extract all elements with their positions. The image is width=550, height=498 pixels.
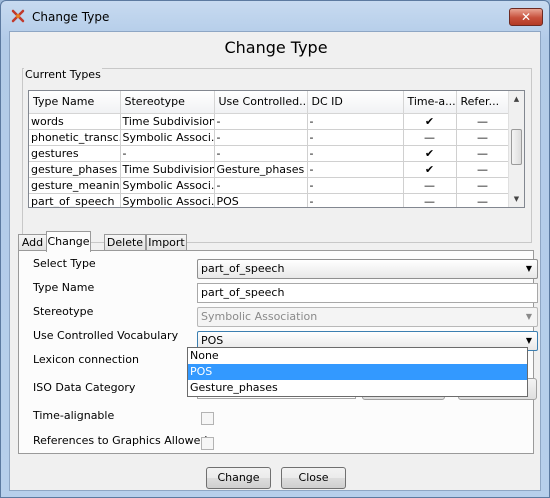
table-cell: - [307, 177, 404, 194]
time-alignable-cell: — [403, 177, 457, 194]
types-table[interactable]: Type Name Stereotype Use Controlled... D… [28, 90, 525, 208]
table-cell: - [120, 145, 215, 162]
references-cell: — [456, 129, 510, 146]
table-row[interactable]: words Time Subdivision - - ✔ — [29, 113, 510, 130]
column-header[interactable]: Use Controlled... [214, 91, 308, 114]
title-bar[interactable]: Change Type ✕ [1, 1, 549, 31]
type-name-field[interactable]: part_of_speech [197, 283, 538, 303]
table-cell: gesture_phases [29, 161, 121, 178]
select-type-dropdown[interactable]: part_of_speech ▼ [197, 259, 538, 279]
table-cell: gestures [29, 145, 121, 162]
time-alignable-cell: ✔ [403, 145, 457, 162]
table-cell: Gesture_phases [214, 161, 308, 178]
table-cell: Time Subdivision [120, 161, 215, 178]
select-type-value: part_of_speech [201, 262, 285, 275]
table-row[interactable]: gestures - - - ✔ — [29, 145, 510, 162]
references-graphics-label: References to Graphics Allowed [33, 434, 208, 447]
ucv-label: Use Controlled Vocabulary [33, 329, 179, 342]
table-cell: - [307, 193, 404, 207]
dialog-window: Change Type ✕ Change Type Current Types … [0, 0, 550, 498]
iso-data-category-label: ISO Data Category [33, 381, 136, 394]
option-pos[interactable]: POS [188, 364, 527, 380]
tab-import[interactable]: Import [146, 234, 187, 251]
elan-app-icon [11, 9, 25, 23]
table-cell: gesture_meaning [29, 177, 121, 194]
table-cell: - [214, 129, 308, 146]
references-cell: — [456, 113, 510, 130]
tab-change[interactable]: Change [46, 231, 91, 252]
tab-add[interactable]: Add [18, 234, 47, 251]
chevron-down-icon: ▼ [525, 312, 532, 321]
time-alignable-cell: — [403, 193, 457, 207]
stereotype-value: Symbolic Association [201, 310, 318, 323]
scroll-thumb[interactable] [511, 129, 522, 165]
option-none[interactable]: None [188, 348, 527, 364]
references-cell: — [456, 177, 510, 194]
time-alignable-cell: ✔ [403, 161, 457, 178]
stereotype-label: Stereotype [33, 305, 94, 318]
time-alignable-checkbox[interactable] [201, 412, 214, 425]
option-gesture-phases[interactable]: Gesture_phases [188, 380, 527, 396]
column-header[interactable]: Refer... [456, 91, 510, 114]
lexicon-connection-label: Lexicon connection [33, 353, 139, 366]
window-title: Change Type [32, 10, 110, 24]
table-cell: phonetic_transc... [29, 129, 121, 146]
dialog-heading: Change Type [224, 38, 328, 57]
table-cell: words [29, 113, 121, 130]
table-cell: part_of_speech [29, 193, 121, 207]
table-cell: POS [214, 193, 308, 207]
table-cell: - [214, 177, 308, 194]
scroll-up-arrow-icon[interactable]: ▲ [509, 91, 524, 107]
table-cell: - [214, 113, 308, 130]
table-scrollbar[interactable]: ▲ ▼ [508, 91, 524, 207]
select-type-label: Select Type [33, 257, 96, 270]
table-row[interactable]: phonetic_transc... Symbolic Associ... - … [29, 129, 510, 146]
table-cell: - [307, 113, 404, 130]
time-alignable-cell: ✔ [403, 113, 457, 130]
table-row[interactable]: gesture_phases Time Subdivision Gesture_… [29, 161, 510, 178]
table-row[interactable]: gesture_meaning Symbolic Associ... - - —… [29, 177, 510, 194]
table-cell: - [214, 145, 308, 162]
column-header[interactable]: DC ID [307, 91, 404, 114]
table-header-row: Type Name Stereotype Use Controlled... D… [29, 91, 510, 114]
current-types-label: Current Types [24, 68, 102, 81]
close-icon[interactable]: ✕ [509, 8, 543, 26]
stereotype-dropdown: Symbolic Association ▼ [197, 307, 538, 327]
column-header[interactable]: Time-a... [403, 91, 457, 114]
table-cell: Symbolic Associ... [120, 129, 215, 146]
table-row[interactable]: part_of_speech Symbolic Associ... POS - … [29, 193, 510, 207]
scroll-down-arrow-icon[interactable]: ▼ [509, 191, 524, 207]
change-button[interactable]: Change [206, 467, 271, 489]
tab-delete[interactable]: Delete [104, 234, 146, 251]
ucv-value: POS [201, 334, 224, 347]
column-header[interactable]: Type Name [29, 91, 121, 114]
dialog-content: Change Type Current Types Type Name Ster… [9, 31, 541, 491]
table-cell: Time Subdivision [120, 113, 215, 130]
chevron-down-icon: ▼ [525, 264, 532, 273]
references-cell: — [456, 193, 510, 207]
column-header[interactable]: Stereotype [120, 91, 215, 114]
table-cell: - [307, 161, 404, 178]
table-cell: - [307, 145, 404, 162]
table-cell: Symbolic Associ... [120, 193, 215, 207]
close-button[interactable]: Close [281, 467, 346, 489]
references-cell: — [456, 145, 510, 162]
time-alignable-cell: — [403, 129, 457, 146]
time-alignable-label: Time-alignable [33, 409, 115, 422]
vocabulary-dropdown-list[interactable]: None POS Gesture_phases [187, 347, 528, 397]
references-graphics-checkbox[interactable] [201, 437, 214, 450]
references-cell: — [456, 161, 510, 178]
table-cell: - [307, 129, 404, 146]
type-name-label: Type Name [33, 281, 95, 294]
table-cell: Symbolic Associ... [120, 177, 215, 194]
